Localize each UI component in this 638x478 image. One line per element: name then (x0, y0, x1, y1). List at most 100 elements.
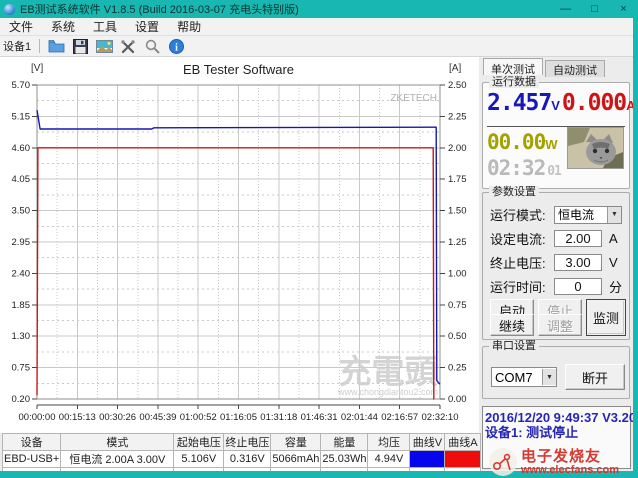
x-tick-label: 01:00:52 (180, 412, 217, 423)
menu-item-0[interactable]: 文件 (0, 18, 42, 36)
chongdiantou-watermark: 充電頭 (339, 353, 439, 390)
chongdiantou-url: www.chongdiantou2.com (337, 387, 438, 397)
continue-button[interactable]: 继续 (490, 314, 534, 336)
cell[interactable]: 5066mAh (271, 451, 321, 468)
set-current-unit: A (609, 231, 618, 246)
chevron-down-icon: ▼ (607, 207, 621, 223)
left-tick-label: 1.85 (12, 300, 31, 311)
cell[interactable] (410, 451, 445, 468)
param-settings-title: 参数设置 (489, 186, 539, 198)
col-header: 曲线V (410, 434, 445, 451)
info-icon[interactable]: i (165, 37, 187, 55)
title-bar: EB测试系统软件 V1.8.5 (Build 2016-03-07 充电头特别版… (0, 0, 638, 18)
minimize-button[interactable]: — (551, 0, 580, 18)
cutoff-voltage-row: 终止电压: 3.00 V (490, 253, 618, 272)
right-tick-label: 2.00 (448, 143, 467, 154)
right-tick-label: 0.50 (448, 331, 467, 342)
set-current-input[interactable]: 2.00 (554, 230, 602, 247)
com-port-select[interactable]: COM7 ▼ (491, 367, 557, 387)
right-tick-label: 1.50 (448, 206, 467, 217)
left-axis-unit: [V] (31, 63, 43, 74)
menu-bar: 文件系统工具设置帮助 (0, 18, 633, 36)
x-tick-label: 01:46:31 (301, 412, 338, 423)
x-tick-label: 02:16:57 (381, 412, 418, 423)
right-tick-label: 1.00 (448, 268, 467, 279)
left-tick-label: 1.30 (12, 331, 31, 342)
open-folder-icon[interactable] (45, 37, 67, 55)
test-mode-tabs: 单次测试自动测试 (483, 58, 607, 75)
save-icon[interactable] (69, 37, 91, 55)
menu-item-4[interactable]: 帮助 (168, 18, 210, 36)
adjust-button[interactable]: 调整 (538, 314, 582, 336)
zketech-watermark: ZKETECH (390, 93, 437, 104)
cell[interactable] (445, 451, 481, 468)
cell[interactable]: 5.106V (174, 451, 224, 468)
run-mode-row: 运行模式: 恒电流 ▼ (490, 205, 622, 224)
voltage-display: 2.457 (487, 92, 551, 115)
zoom-icon[interactable] (141, 37, 163, 55)
power-unit: W (545, 137, 557, 152)
toolbar-separator (39, 39, 40, 53)
serial-settings-title: 串口设置 (489, 340, 539, 352)
run-data-title: 运行数据 (489, 76, 539, 88)
chart-area: EB Tester Software [V] [A] ZKETECH 充電頭www.ch… (0, 57, 479, 433)
col-header: 容量 (271, 434, 321, 451)
current-display: 0.000 (562, 92, 626, 115)
power-readout: 00.00 W (487, 132, 558, 153)
tools-icon[interactable] (117, 37, 139, 55)
set-current-label: 设定电流: (490, 229, 554, 248)
device-selector[interactable]: 设备1 (0, 38, 35, 54)
set-current-row: 设定电流: 2.00 A (490, 229, 618, 248)
param-settings-group: 参数设置 运行模式: 恒电流 ▼ 设定电流: 2.00 A 终止电压: 3.00… (482, 192, 630, 340)
time-display: 02:32 (487, 158, 545, 179)
right-tick-label: 0.75 (448, 300, 467, 311)
run-time-label: 运行时间: (490, 277, 554, 296)
maximize-button[interactable]: □ (580, 0, 609, 18)
toolbar: 设备1 i (0, 36, 633, 57)
elecfans-name: 电子发烧友 (521, 449, 619, 464)
cell[interactable]: 4.94V (368, 451, 410, 468)
col-header: 设备 (3, 434, 61, 451)
cell[interactable]: EBD-USB+ (3, 451, 61, 468)
chevron-down-icon: ▼ (542, 369, 556, 385)
run-time-input[interactable]: 0 (554, 278, 602, 295)
run-mode-select[interactable]: 恒电流 ▼ (554, 206, 622, 224)
cell[interactable]: 0.316V (224, 451, 271, 468)
left-tick-label: 0.75 (12, 363, 31, 374)
left-tick-label: 2.95 (12, 237, 31, 248)
voltage-current-chart: EB Tester Software [V] [A] ZKETECH 充電頭www.ch… (0, 57, 479, 433)
col-header: 均压 (368, 434, 410, 451)
right-tick-label: 2.50 (448, 80, 467, 91)
serial-settings-group: 串口设置 COM7 ▼ 断开 (482, 346, 630, 399)
elecfans-watermark: 电子发烧友 www.elecfans.com (487, 446, 637, 478)
app-window: EB测试系统软件 V1.8.5 (Build 2016-03-07 充电头特别版… (0, 0, 638, 478)
chart-title: EB Tester Software (183, 62, 294, 77)
elapsed-time-readout: 02:32 01 (487, 158, 561, 179)
run-time-unit: 分 (609, 277, 622, 296)
tab-single-test[interactable]: 单次测试 (483, 58, 543, 75)
run-data-group: 运行数据 2.457 V 0.000 A 00.00 W 02:32 01 (482, 82, 630, 189)
status-datetime: 2016/12/20 9:49:37 V3.20 (485, 410, 628, 425)
cat-photo (567, 127, 624, 169)
menu-item-3[interactable]: 设置 (126, 18, 168, 36)
col-header: 模式 (61, 434, 174, 451)
cutoff-voltage-input[interactable]: 3.00 (554, 254, 602, 271)
app-icon (4, 4, 15, 15)
left-tick-label: 2.40 (12, 268, 31, 279)
right-axis-unit: [A] (449, 63, 461, 74)
menu-item-2[interactable]: 工具 (84, 18, 126, 36)
svg-text:i: i (175, 42, 178, 53)
table-header-row: 设备模式起始电压终止电压容量能量均压曲线V曲线A (3, 434, 481, 451)
cell[interactable]: 恒电流 2.00A 3.00V (61, 451, 174, 468)
disconnect-button[interactable]: 断开 (565, 364, 625, 390)
window-border-right (633, 0, 638, 478)
tab-auto-test[interactable]: 自动测试 (545, 60, 605, 77)
export-image-icon[interactable] (93, 37, 115, 55)
control-panel: 单次测试自动测试 运行数据 2.457 V 0.000 A 00.00 W 02… (479, 57, 633, 471)
left-tick-label: 5.70 (12, 80, 31, 91)
cutoff-voltage-unit: V (609, 255, 618, 270)
monitor-button[interactable]: 监测 (586, 299, 626, 336)
menu-item-1[interactable]: 系统 (42, 18, 84, 36)
left-tick-label: 5.15 (12, 111, 31, 122)
cell[interactable]: 25.03Wh (321, 451, 368, 468)
